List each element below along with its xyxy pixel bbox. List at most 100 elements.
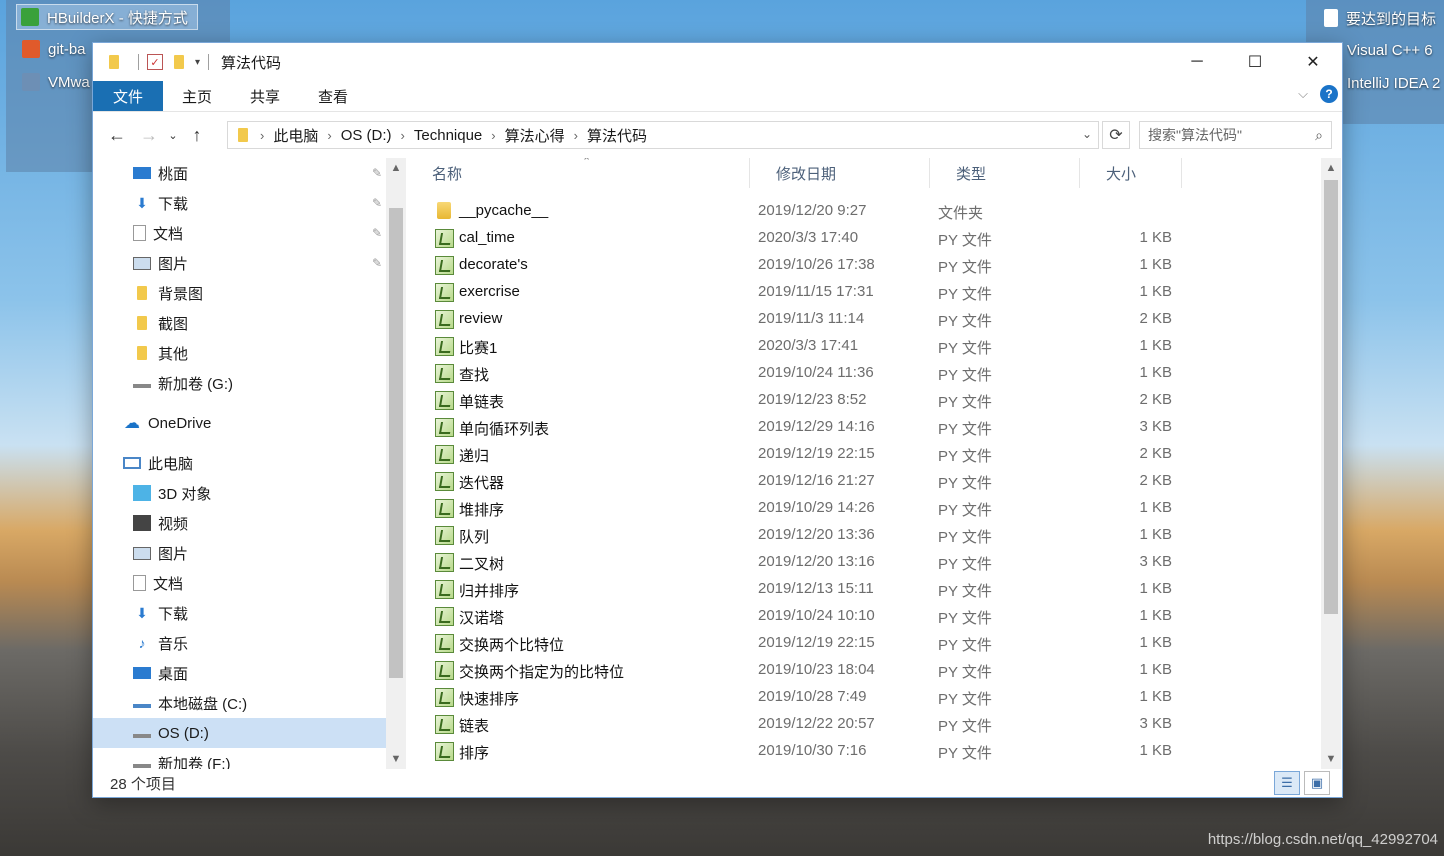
maximize-button[interactable]: ☐ — [1226, 43, 1284, 81]
scroll-up-arrow-icon[interactable]: ▲ — [386, 158, 406, 178]
file-row[interactable]: 快速排序 2019/10/28 7:49 PY 文件 1 KB — [406, 684, 1322, 711]
file-row[interactable]: 交换两个比特位 2019/12/19 22:15 PY 文件 1 KB — [406, 630, 1322, 657]
search-input[interactable]: 搜索"算法代码" ⌕ — [1139, 121, 1332, 149]
chevron-right-icon[interactable]: › — [487, 128, 499, 143]
file-row[interactable]: review 2019/11/3 11:14 PY 文件 2 KB — [406, 306, 1322, 333]
nav-item-downloads-pinned[interactable]: ⬇ 下载 ✎ — [93, 188, 386, 218]
address-dropdown-icon[interactable]: ⌄ — [1082, 127, 1092, 141]
recent-locations-icon[interactable]: ⌄ — [165, 121, 181, 151]
column-name[interactable]: 名称 — [406, 158, 750, 188]
help-icon[interactable]: ? — [1320, 85, 1338, 103]
large-icons-view-icon[interactable]: ▣ — [1304, 771, 1330, 795]
nav-item-drive-d[interactable]: OS (D:) — [93, 718, 386, 748]
desktop-shortcut-hbuilderx[interactable]: HBuilderX - 快捷方式 — [16, 4, 198, 30]
file-row[interactable]: 比赛1 2020/3/3 17:41 PY 文件 1 KB — [406, 333, 1322, 360]
nav-item-backgrounds[interactable]: 背景图 — [93, 278, 386, 308]
tab-file[interactable]: 文件 — [93, 81, 164, 111]
forward-button[interactable]: → — [133, 121, 165, 151]
file-row[interactable]: 堆排序 2019/10/29 14:26 PY 文件 1 KB — [406, 495, 1322, 522]
nav-item-other[interactable]: 其他 — [93, 338, 386, 368]
nav-item-desktop-pinned[interactable]: 桃面 ✎ — [93, 158, 386, 188]
file-row[interactable]: 归并排序 2019/12/13 15:11 PY 文件 1 KB — [406, 576, 1322, 603]
chevron-right-icon[interactable]: › — [570, 128, 582, 143]
column-date[interactable]: 修改日期 — [750, 158, 930, 188]
details-view-icon[interactable]: ☰ — [1274, 771, 1300, 795]
file-row[interactable]: 递归 2019/12/19 22:15 PY 文件 2 KB — [406, 441, 1322, 468]
nav-item-this-pc[interactable]: 此电脑 — [93, 448, 386, 478]
file-row[interactable]: 队列 2019/12/20 13:36 PY 文件 1 KB — [406, 522, 1322, 549]
pin-icon[interactable]: ✎ — [372, 196, 382, 210]
pin-icon[interactable]: ✎ — [372, 256, 382, 270]
nav-item-drive-f[interactable]: 新加卷 (F:) — [93, 748, 386, 769]
scroll-down-arrow-icon[interactable]: ▼ — [1321, 749, 1341, 769]
nav-item-drive-c[interactable]: 本地磁盘 (C:) — [93, 688, 386, 718]
close-button[interactable]: ✕ — [1284, 43, 1342, 81]
nav-item-documents[interactable]: 文档 — [93, 568, 386, 598]
nav-item-pictures[interactable]: 图片 — [93, 538, 386, 568]
file-size: 2 KB — [1139, 445, 1172, 462]
nav-item-onedrive[interactable]: ☁ OneDrive — [93, 408, 386, 438]
file-scrollbar[interactable]: ▲ ▼ — [1321, 158, 1341, 769]
desktop-shortcut-intellij[interactable]: IntelliJ IDEA 2 — [1347, 71, 1444, 95]
nav-item-screenshots[interactable]: 截图 — [93, 308, 386, 338]
breadcrumb-algorithm-notes[interactable]: 算法心得 — [500, 125, 570, 146]
nav-item-videos[interactable]: 视频 — [93, 508, 386, 538]
file-row[interactable]: 交换两个指定为的比特位 2019/10/23 18:04 PY 文件 1 KB — [406, 657, 1322, 684]
file-row[interactable]: 单链表 2019/12/23 8:52 PY 文件 2 KB — [406, 387, 1322, 414]
file-row[interactable]: 排序 2019/10/30 7:16 PY 文件 1 KB — [406, 738, 1322, 765]
file-row[interactable]: __pycache__ 2019/12/20 9:27 文件夹 — [406, 198, 1322, 225]
file-name: 汉诺塔 — [459, 610, 505, 627]
back-button[interactable]: ← — [101, 121, 133, 151]
nav-item-music[interactable]: ♪ 音乐 — [93, 628, 386, 658]
desktop-shortcut-vcpp[interactable]: Visual C++ 6 — [1347, 38, 1444, 62]
column-type[interactable]: 类型 — [930, 158, 1080, 188]
new-folder-icon[interactable] — [170, 54, 188, 70]
file-row[interactable]: 迭代器 2019/12/16 21:27 PY 文件 2 KB — [406, 468, 1322, 495]
file-row[interactable]: cal_time 2020/3/3 17:40 PY 文件 1 KB — [406, 225, 1322, 252]
pin-icon[interactable]: ✎ — [372, 226, 382, 240]
file-row[interactable]: 单向循环列表 2019/12/29 14:16 PY 文件 3 KB — [406, 414, 1322, 441]
refresh-button[interactable]: ⟳ — [1102, 121, 1130, 149]
nav-scrollbar[interactable]: ▲ ▼ — [386, 158, 406, 769]
file-row[interactable]: 链表 2019/12/22 20:57 PY 文件 3 KB — [406, 711, 1322, 738]
scroll-up-arrow-icon[interactable]: ▲ — [1321, 158, 1341, 178]
breadcrumb-this-pc[interactable]: 此电脑 — [268, 125, 323, 146]
pin-icon[interactable]: ✎ — [372, 166, 382, 180]
address-bar[interactable]: › 此电脑 › OS (D:) › Technique › 算法心得 › 算法代… — [227, 121, 1099, 149]
nav-item-3d-objects[interactable]: 3D 对象 — [93, 478, 386, 508]
chevron-right-icon[interactable]: › — [397, 128, 409, 143]
nav-item-downloads[interactable]: ⬇ 下载 — [93, 598, 386, 628]
column-size[interactable]: 大小 — [1080, 158, 1182, 188]
video-icon — [133, 515, 151, 531]
scrollbar-thumb[interactable] — [389, 208, 403, 678]
file-row[interactable]: 二叉树 2019/12/20 13:16 PY 文件 3 KB — [406, 549, 1322, 576]
tab-view[interactable]: 查看 — [299, 81, 367, 111]
tab-share[interactable]: 共享 — [231, 81, 299, 111]
properties-icon[interactable]: ✓ — [147, 54, 163, 70]
nav-item-documents-pinned[interactable]: 文档 ✎ — [93, 218, 386, 248]
scroll-down-arrow-icon[interactable]: ▼ — [386, 749, 406, 769]
file-row[interactable]: decorate's 2019/10/26 17:38 PY 文件 1 KB — [406, 252, 1322, 279]
nav-item-pictures-pinned[interactable]: 图片 ✎ — [93, 248, 386, 278]
desktop-shortcut-goal[interactable]: 要达到的目标 — [1324, 6, 1444, 30]
chevron-right-icon[interactable]: › — [256, 128, 268, 143]
breadcrumb-technique[interactable]: Technique — [409, 127, 487, 144]
file-row[interactable]: 汉诺塔 2019/10/24 10:10 PY 文件 1 KB — [406, 603, 1322, 630]
file-date: 2019/12/23 8:52 — [758, 391, 867, 408]
file-name: decorate's — [459, 256, 528, 273]
tab-home[interactable]: 主页 — [163, 81, 231, 111]
nav-item-drive-g[interactable]: 新加卷 (G:) — [93, 368, 386, 398]
breadcrumb-os-d[interactable]: OS (D:) — [336, 127, 397, 144]
scrollbar-thumb[interactable] — [1324, 180, 1338, 614]
desktop-shortcut-vmware[interactable]: VMwa — [22, 70, 92, 94]
chevron-right-icon[interactable]: › — [323, 128, 335, 143]
up-button[interactable]: ↑ — [181, 121, 213, 151]
file-row[interactable]: exercrise 2019/11/15 17:31 PY 文件 1 KB — [406, 279, 1322, 306]
expand-ribbon-icon[interactable]: ⌵ — [1298, 86, 1308, 102]
minimize-button[interactable]: ─ — [1168, 43, 1226, 81]
nav-item-desktop[interactable]: 桌面 — [93, 658, 386, 688]
file-row[interactable]: 查找 2019/10/24 11:36 PY 文件 1 KB — [406, 360, 1322, 387]
desktop-shortcut-git[interactable]: git-ba — [22, 37, 92, 61]
breadcrumb-algorithm-code[interactable]: 算法代码 — [582, 125, 652, 146]
quick-access-dropdown-icon[interactable]: ▾ — [195, 57, 200, 68]
